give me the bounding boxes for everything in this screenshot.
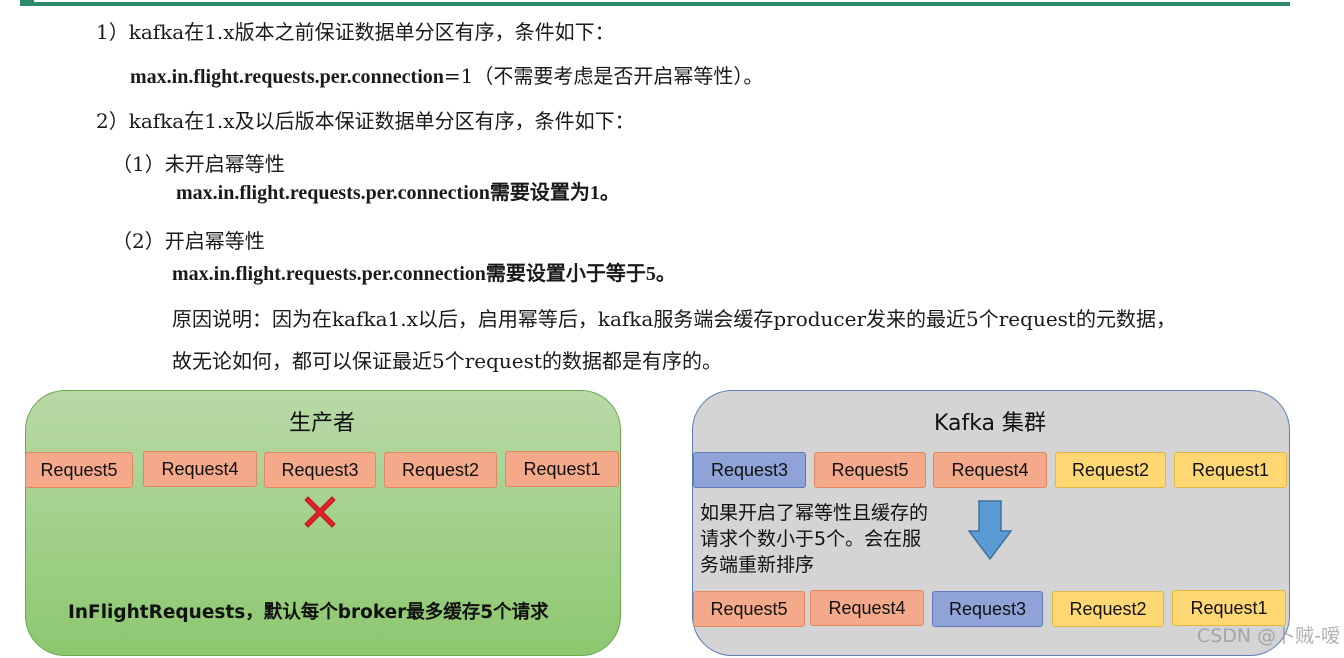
line-8: 原因说明：因为在kafka1.x以后，启用幂等后，kafka服务端会缓存prod… bbox=[172, 307, 1176, 331]
producer-title: 生产者 bbox=[288, 411, 355, 436]
producer-caption: InFlightRequests，默认每个broker最多缓存5个请求 bbox=[68, 602, 549, 623]
line-3: 2）kafka在1.x及以后版本保证数据单分区有序，条件如下： bbox=[96, 109, 635, 133]
line-9: 故无论如何，都可以保证最近5个request的数据都是有序的。 bbox=[172, 349, 722, 373]
line-5: max.in.flight.requests.per.connection需要设… bbox=[176, 182, 620, 204]
red-x-icon bbox=[304, 496, 336, 528]
line-7: max.in.flight.requests.per.connection需要设… bbox=[172, 263, 676, 285]
reorder-note: 如果开启了幂等性且缓存的 请求个数小于5个。会在服 务端重新排序 bbox=[700, 502, 929, 576]
cluster-top-request-5: Request5 bbox=[814, 452, 926, 488]
cluster-bottom-request-2: Request2 bbox=[1052, 591, 1164, 627]
csdn-watermark: CSDN @卜贼-嗳 bbox=[1196, 625, 1340, 647]
cluster-top-request-3: Request3 bbox=[693, 452, 806, 488]
kafka-cluster-title: Kafka 集群 bbox=[933, 411, 1047, 436]
top-divider-line bbox=[22, 2, 1290, 6]
top-divider-mark bbox=[20, 0, 34, 6]
line-6: （2）开启幂等性 bbox=[112, 229, 265, 253]
producer-request-2: Request2 bbox=[384, 452, 497, 488]
cluster-top-request-2: Request2 bbox=[1055, 452, 1166, 488]
cluster-bottom-request-4: Request4 bbox=[810, 590, 924, 626]
producer-request-1: Request1 bbox=[505, 451, 619, 487]
producer-request-3: Request3 bbox=[264, 452, 376, 488]
cluster-top-request-1: Request1 bbox=[1174, 452, 1287, 488]
cluster-bottom-request-5: Request5 bbox=[693, 591, 805, 627]
line-1: 1）kafka在1.x版本之前保证数据单分区有序，条件如下： bbox=[96, 20, 615, 44]
line-2-rest: =1（不需要考虑是否开启幂等性）。 bbox=[443, 64, 764, 88]
producer-request-5: Request5 bbox=[25, 452, 133, 488]
cluster-bottom-request-3: Request3 bbox=[932, 591, 1043, 627]
producer-request-4: Request4 bbox=[143, 451, 257, 487]
line-2-param: max.in.flight.requests.per.connection bbox=[130, 66, 444, 88]
cluster-top-request-4: Request4 bbox=[933, 452, 1047, 488]
down-arrow-icon bbox=[967, 500, 1013, 561]
line-2: max.in.flight.requests.per.connection=1（… bbox=[130, 63, 763, 90]
line-4: （1）未开启幂等性 bbox=[112, 152, 285, 176]
